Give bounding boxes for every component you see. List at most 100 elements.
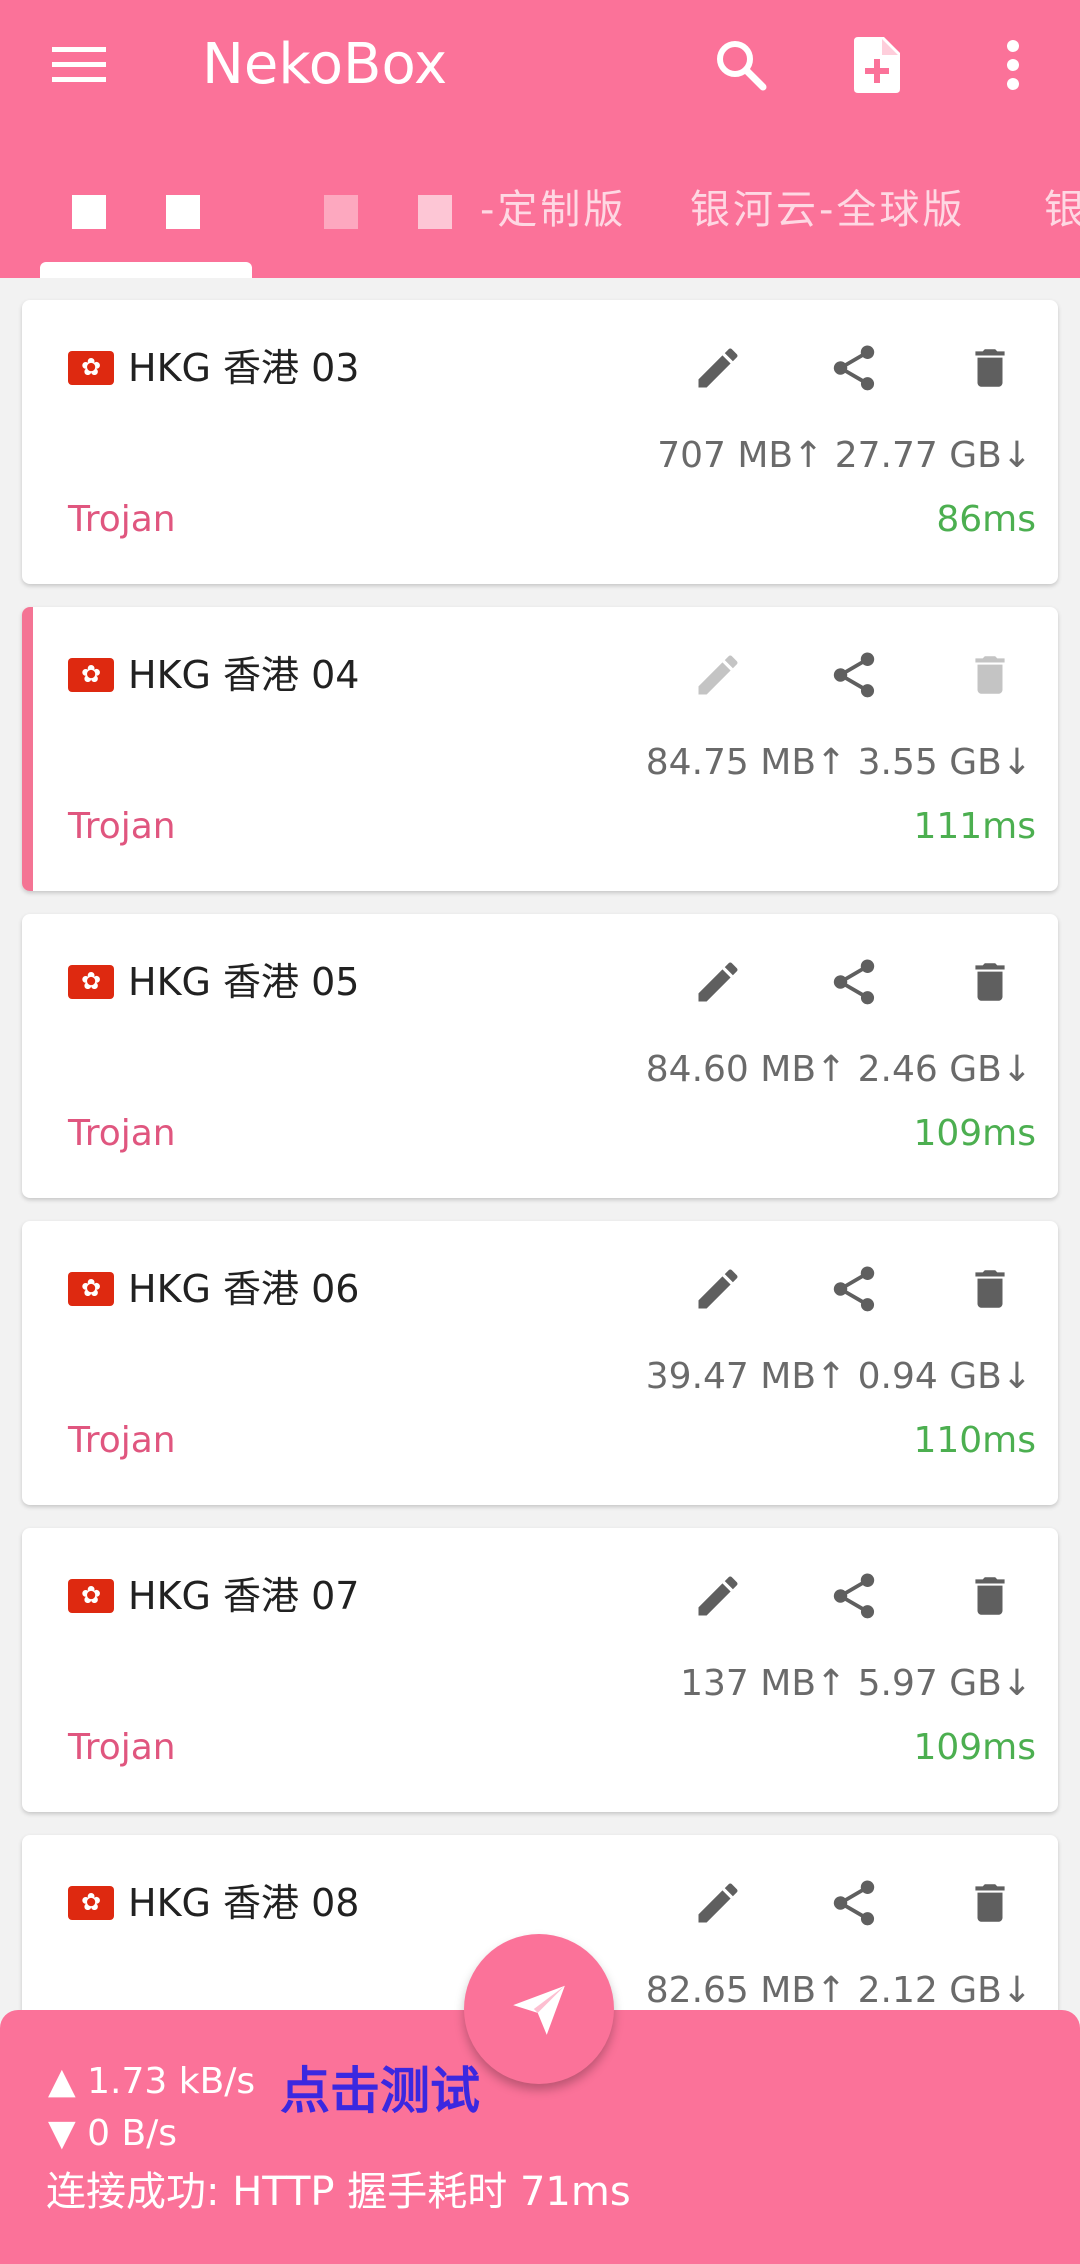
trash-icon	[975, 1577, 1005, 1615]
trash-icon	[975, 1884, 1005, 1922]
latency-value: 109ms	[913, 1113, 1036, 1154]
delete-button[interactable]	[952, 1251, 1028, 1327]
more-vert-icon	[1007, 40, 1019, 90]
edit-icon	[698, 1883, 738, 1923]
edit-button[interactable]	[680, 330, 756, 406]
profile-name: HKG 香港 07	[68, 1568, 359, 1624]
hong-kong-flag-icon	[68, 656, 114, 692]
edit-icon	[698, 655, 738, 695]
menu-icon	[52, 47, 106, 82]
profile-name: HKG 香港 04	[68, 647, 359, 703]
edit-icon	[698, 1269, 738, 1309]
profile-card[interactable]: HKG 香港 05 84.60 MB↑ 2.46 GB↓ Trojan 109m…	[22, 914, 1058, 1198]
latency-value: 86ms	[936, 499, 1036, 540]
delete-button[interactable]	[952, 944, 1028, 1020]
edit-icon	[698, 1576, 738, 1616]
protocol-type: Trojan	[68, 499, 176, 540]
share-icon	[833, 345, 875, 391]
protocol-type: Trojan	[68, 1113, 176, 1154]
edit-button[interactable]	[680, 1558, 756, 1634]
profile-card-selected[interactable]: HKG 香港 04 84.75 MB↑ 3.55 GB↓ Trojan 111m…	[22, 607, 1058, 891]
traffic-stats: 84.60 MB↑ 2.46 GB↓	[645, 1049, 1032, 1090]
tab-indicator	[40, 262, 252, 278]
delete-button[interactable]	[952, 330, 1028, 406]
tab-group-4[interactable]: 银	[1044, 168, 1080, 278]
traffic-stats: 84.75 MB↑ 3.55 GB↓	[645, 742, 1032, 783]
hong-kong-flag-icon	[68, 1270, 114, 1306]
profile-name: HKG 香港 05	[68, 954, 359, 1010]
tab-group-2[interactable]: -定制版	[324, 168, 626, 278]
redacted-text	[166, 195, 200, 229]
menu-button[interactable]	[38, 24, 120, 106]
share-icon	[833, 959, 875, 1005]
search-button[interactable]	[700, 24, 782, 106]
delete-button[interactable]	[952, 1865, 1028, 1941]
test-hint-text: 点击测试	[280, 2062, 480, 2120]
hong-kong-flag-icon	[68, 963, 114, 999]
traffic-stats: 137 MB↑ 5.97 GB↓	[680, 1663, 1032, 1704]
latency-value: 110ms	[913, 1420, 1036, 1461]
share-icon	[833, 1266, 875, 1312]
tab-label: -定制版	[480, 187, 627, 233]
hong-kong-flag-icon	[68, 349, 114, 385]
trash-icon	[975, 1270, 1005, 1308]
search-icon	[717, 41, 767, 91]
share-icon	[833, 1573, 875, 1619]
profile-name: HKG 香港 03	[68, 340, 359, 396]
profile-name: HKG 香港 08	[68, 1875, 359, 1931]
delete-button[interactable]	[952, 637, 1028, 713]
top-app-bar: NekoBox -定制版 银河云-全球版 银	[0, 0, 1080, 278]
protocol-type: Trojan	[68, 806, 176, 847]
tab-group-3[interactable]: 银河云-全球版	[690, 168, 965, 278]
hong-kong-flag-icon	[68, 1884, 114, 1920]
app-title: NekoBox	[202, 32, 448, 97]
edit-button[interactable]	[680, 944, 756, 1020]
connection-status: 连接成功: HTTP 握手耗时 71ms	[46, 2169, 631, 2215]
edit-button[interactable]	[680, 637, 756, 713]
traffic-stats: 39.47 MB↑ 0.94 GB↓	[645, 1356, 1032, 1397]
profile-card[interactable]: HKG 香港 06 39.47 MB↑ 0.94 GB↓ Trojan 110m…	[22, 1221, 1058, 1505]
trash-icon	[975, 656, 1005, 694]
trash-icon	[975, 349, 1005, 387]
tab-label: 银	[1044, 187, 1080, 233]
redacted-text	[418, 195, 452, 229]
profile-card[interactable]: HKG 香港 03 707 MB↑ 27.77 GB↓ Trojan 86ms	[22, 300, 1058, 584]
share-button[interactable]	[816, 944, 892, 1020]
tab-label: 银河云-全球版	[690, 187, 966, 233]
new-profile-button[interactable]	[836, 24, 918, 106]
edit-icon	[698, 962, 738, 1002]
profile-name-text: HKG 香港 04	[128, 653, 360, 697]
redacted-text	[324, 195, 358, 229]
share-button[interactable]	[816, 637, 892, 713]
profile-name-text: HKG 香港 07	[128, 1574, 360, 1618]
upload-speed: ▲ 1.73 kB/s	[48, 2061, 256, 2102]
hong-kong-flag-icon	[68, 1577, 114, 1613]
share-button[interactable]	[816, 330, 892, 406]
share-icon	[833, 652, 875, 698]
edit-button[interactable]	[680, 1251, 756, 1327]
protocol-type: Trojan	[68, 1420, 176, 1461]
latency-value: 111ms	[913, 806, 1036, 847]
delete-button[interactable]	[952, 1558, 1028, 1634]
share-button[interactable]	[816, 1865, 892, 1941]
profile-name-text: HKG 香港 06	[128, 1267, 360, 1311]
traffic-stats: 707 MB↑ 27.77 GB↓	[657, 435, 1032, 476]
share-button[interactable]	[816, 1251, 892, 1327]
latency-value: 109ms	[913, 1727, 1036, 1768]
profile-card[interactable]: HKG 香港 07 137 MB↑ 5.97 GB↓ Trojan 109ms	[22, 1528, 1058, 1812]
edit-button[interactable]	[680, 1865, 756, 1941]
profile-name-text: HKG 香港 03	[128, 346, 360, 390]
send-icon	[513, 1985, 565, 2035]
profile-name-text: HKG 香港 08	[128, 1881, 360, 1925]
profile-name: HKG 香港 06	[68, 1261, 359, 1317]
file-plus-icon	[854, 37, 900, 93]
share-icon	[833, 1880, 875, 1926]
app-root: NekoBox -定制版 银河云-全球版 银 ✿ HKG 香港 03 707 M…	[0, 0, 1080, 2264]
more-options-button[interactable]	[972, 24, 1054, 106]
protocol-type: Trojan	[68, 1727, 176, 1768]
profile-name-text: HKG 香港 05	[128, 960, 360, 1004]
download-speed: ▼ 0 B/s	[48, 2113, 178, 2154]
redacted-text	[72, 195, 106, 229]
connect-fab[interactable]	[464, 1934, 614, 2084]
share-button[interactable]	[816, 1558, 892, 1634]
